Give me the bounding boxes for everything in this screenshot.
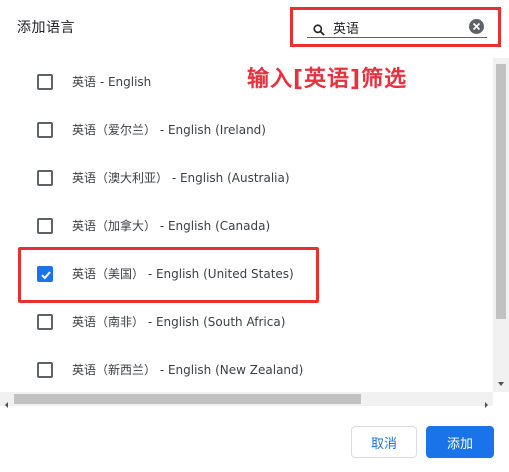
language-label: 英语（南非） - English (South Africa) xyxy=(72,315,286,329)
language-checkbox[interactable] xyxy=(37,218,53,234)
scroll-right-icon[interactable] xyxy=(481,395,491,408)
language-checkbox[interactable] xyxy=(37,122,53,138)
language-list: 英语 - English 英语（爱尔兰） - English (Ireland)… xyxy=(0,58,493,382)
add-button[interactable]: 添加 xyxy=(426,426,494,458)
scroll-left-icon[interactable] xyxy=(2,395,12,408)
language-checkbox[interactable] xyxy=(37,314,53,330)
language-checkbox[interactable] xyxy=(37,170,53,186)
language-label: 英语（加拿大） - English (Canada) xyxy=(72,219,271,233)
language-label: 英语 - English xyxy=(72,75,152,89)
horizontal-scroll-thumb[interactable] xyxy=(14,394,361,404)
language-row-english-australia[interactable]: 英语（澳大利亚） - English (Australia) xyxy=(0,154,493,202)
language-row-english[interactable]: 英语 - English xyxy=(0,58,493,106)
language-row-english-new-zealand[interactable]: 英语（新西兰） - English (New Zealand) xyxy=(0,346,493,382)
search-highlight-box xyxy=(290,7,501,47)
horizontal-scrollbar[interactable] xyxy=(0,392,493,408)
language-label: 英语（爱尔兰） - English (Ireland) xyxy=(72,123,266,137)
language-row-english-ireland[interactable]: 英语（爱尔兰） - English (Ireland) xyxy=(0,106,493,154)
language-label: 英语（新西兰） - English (New Zealand) xyxy=(72,363,304,377)
language-checkbox[interactable] xyxy=(37,362,53,378)
add-language-dialog: 添加语言 输入[英语]筛选 英语 - English xyxy=(0,0,509,472)
vertical-scrollbar[interactable] xyxy=(493,58,509,392)
search-field[interactable] xyxy=(307,16,487,38)
clear-icon[interactable] xyxy=(469,19,484,34)
search-input[interactable] xyxy=(333,18,453,36)
cancel-button[interactable]: 取消 xyxy=(351,426,417,458)
search-icon xyxy=(313,21,325,36)
dialog-title: 添加语言 xyxy=(17,20,75,36)
language-label: 英语（澳大利亚） - English (Australia) xyxy=(72,171,290,185)
language-row-english-canada[interactable]: 英语（加拿大） - English (Canada) xyxy=(0,202,493,250)
scroll-down-icon[interactable] xyxy=(493,376,509,392)
selection-highlight-box xyxy=(18,247,319,303)
vertical-scroll-thumb[interactable] xyxy=(496,64,506,319)
language-checkbox[interactable] xyxy=(37,74,53,90)
language-row-english-south-africa[interactable]: 英语（南非） - English (South Africa) xyxy=(0,298,493,346)
